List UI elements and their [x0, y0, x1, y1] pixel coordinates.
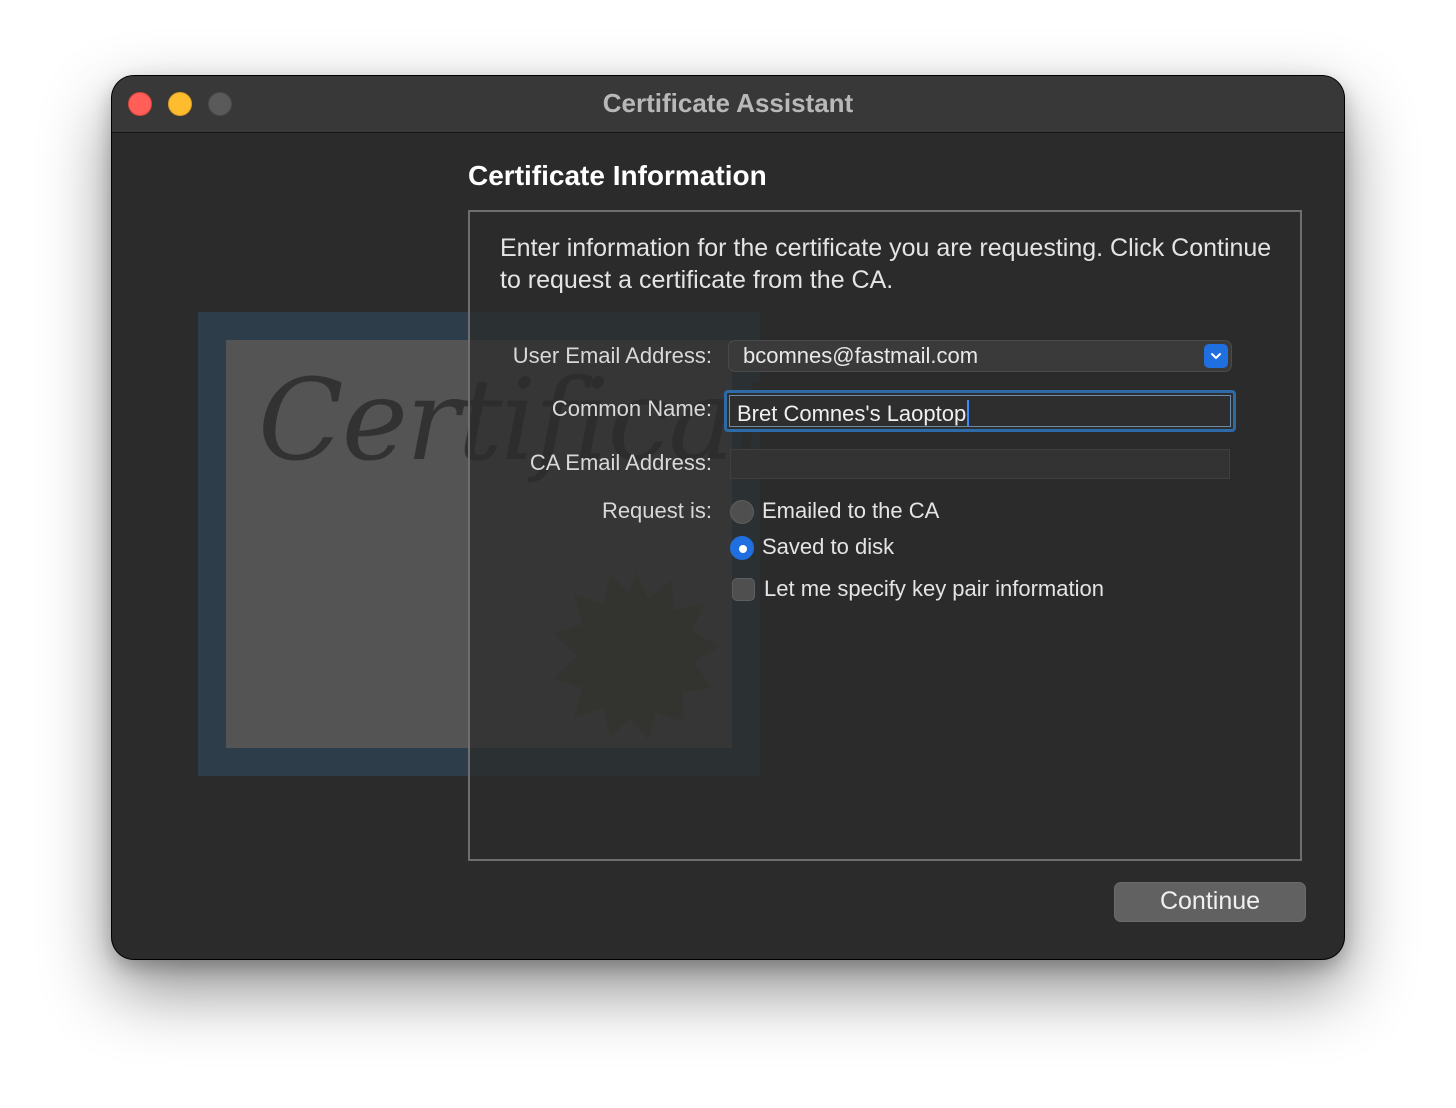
ca-email-label: CA Email Address: [529, 450, 712, 475]
user-email-value: bcomnes@fastmail.com [743, 343, 979, 368]
request-is-label: Request is: [601, 498, 712, 523]
user-email-popup[interactable]: bcomnes@fastmail.com [728, 340, 1232, 372]
common-name-text: Bret Comnes's Laoptop [737, 401, 967, 426]
radio-label: Emailed to the CA [762, 498, 940, 523]
common-name-field-inner: Bret Comnes's Laoptop [729, 395, 1231, 427]
title-bar: Certificate Assistant [112, 76, 1344, 133]
chevron-down-icon [1204, 344, 1228, 368]
certificate-assistant-window: Certificate Assistant Certificate Certif… [112, 76, 1344, 959]
radio-button[interactable] [730, 500, 754, 524]
continue-button[interactable]: Continue [1114, 882, 1306, 922]
key-pair-label: Let me specify key pair information [764, 576, 1104, 601]
form-panel: Enter information for the certificate yo… [468, 210, 1302, 861]
ca-email-field[interactable] [730, 449, 1230, 479]
common-name-value: Bret Comnes's Laoptop [737, 400, 970, 427]
radio-label: Saved to disk [762, 534, 895, 559]
common-name-label: Common Name: [551, 396, 712, 421]
radio-button-selected[interactable] [730, 536, 754, 560]
intro-text: Enter information for the certificate yo… [500, 234, 1272, 294]
text-caret [967, 400, 970, 426]
user-email-label: User Email Address: [512, 343, 712, 368]
section-heading: Certificate Information [468, 160, 767, 191]
key-pair-checkbox[interactable] [732, 578, 755, 601]
window-title: Certificate Assistant [602, 88, 854, 118]
common-name-field[interactable]: Bret Comnes's Laoptop [724, 390, 1236, 432]
